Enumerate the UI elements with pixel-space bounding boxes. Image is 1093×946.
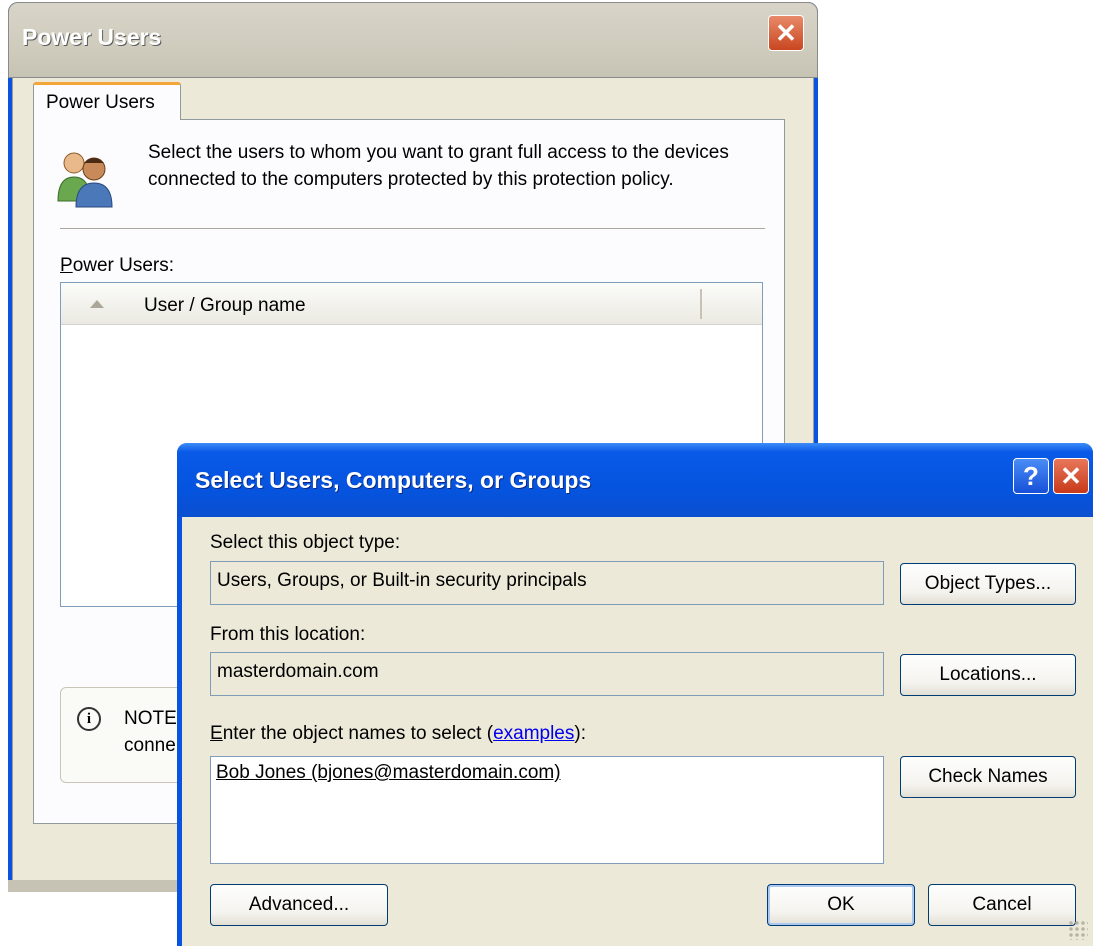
power-users-window-title: Power Users [22, 24, 162, 50]
object-names-value[interactable]: Bob Jones (bjones@masterdomain.com) [216, 762, 561, 784]
cancel-button[interactable]: Cancel [928, 884, 1076, 926]
object-names-label: Enter the object names to select (exampl… [210, 723, 586, 744]
help-button[interactable]: ? [1013, 458, 1049, 494]
sort-ascending-icon [90, 300, 104, 308]
dialog-close-button[interactable]: ✕ [1053, 458, 1089, 494]
examples-link[interactable]: examples [493, 723, 574, 744]
info-icon: i [77, 707, 101, 731]
close-icon: ✕ [1060, 461, 1082, 491]
power-users-close-button[interactable]: ✕ [768, 15, 804, 51]
users-icon [57, 152, 113, 208]
check-names-button[interactable]: Check Names [900, 756, 1076, 798]
location-label: From this location: [210, 624, 366, 645]
select-users-dialog-title: Select Users, Computers, or Groups [195, 467, 592, 493]
object-type-label: Select this object type: [210, 532, 401, 553]
separator-line [60, 228, 765, 229]
column-header-user-group-name[interactable]: User / Group name [144, 295, 306, 317]
column-divider[interactable] [700, 289, 702, 319]
object-type-field: Users, Groups, or Built-in security prin… [210, 561, 884, 605]
locations-button[interactable]: Locations... [900, 654, 1076, 696]
resize-grip-icon[interactable] [1068, 920, 1088, 940]
help-icon: ? [1023, 461, 1039, 491]
advanced-button[interactable]: Advanced... [210, 884, 388, 926]
object-types-button[interactable]: Object Types... [900, 563, 1076, 605]
close-icon: ✕ [775, 18, 797, 48]
note-text: NOTE conne [124, 708, 177, 756]
ok-button[interactable]: OK [767, 884, 915, 926]
location-field: masterdomain.com [210, 652, 884, 696]
tab-power-users-label: Power Users [46, 92, 155, 113]
power-users-description: Select the users to whom you want to gra… [148, 142, 729, 190]
power-users-list-label: Power Users: [60, 255, 175, 276]
